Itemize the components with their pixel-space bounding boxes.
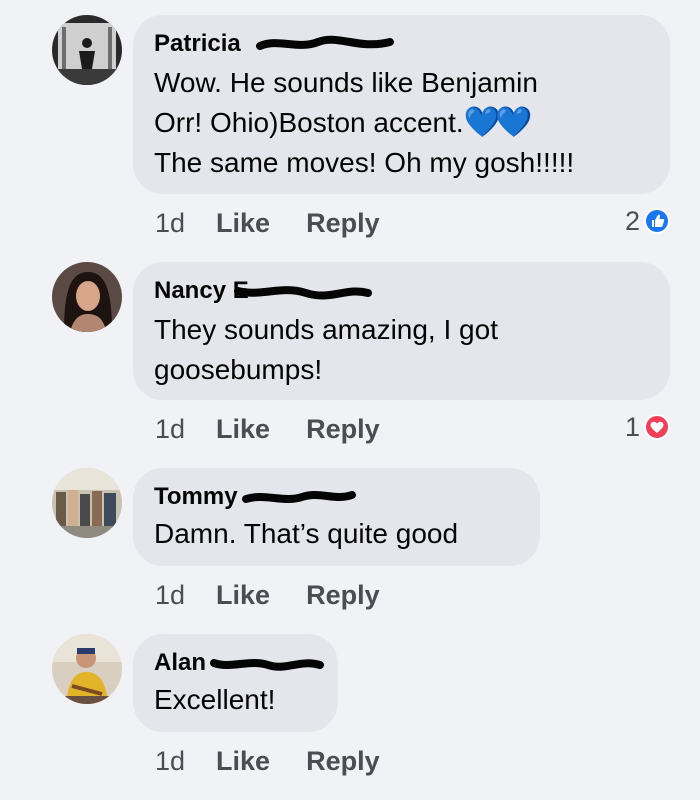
comment-text-tail: The same moves! Oh my gosh!!!!! <box>154 147 575 178</box>
reaction-count: 1 <box>624 411 640 442</box>
comment-bubble: Tommy Damn. That’s quite good <box>133 468 540 566</box>
comment-thread: Patricia Wow. He sounds like Benjamin Or… <box>0 0 700 800</box>
comment-bubble: Alan Excellent! <box>133 634 338 732</box>
timestamp[interactable]: 1d <box>155 580 185 611</box>
reaction-count: 2 <box>624 205 640 236</box>
reply-button[interactable]: Reply <box>306 414 380 445</box>
redaction-scribble <box>256 35 394 50</box>
comment-author[interactable]: Nancy E <box>154 276 372 306</box>
timestamp[interactable]: 1d <box>155 414 185 445</box>
like-button[interactable]: Like <box>216 208 270 239</box>
comment-text: Wow. He sounds like Benjamin Orr! Ohio)B… <box>154 67 538 139</box>
reply-button[interactable]: Reply <box>306 580 380 611</box>
redaction-scribble <box>234 286 372 300</box>
profile-photo-icon <box>52 262 122 332</box>
comment-text: Excellent! <box>154 684 276 715</box>
comment-author[interactable]: Alan <box>154 648 324 678</box>
comment-actions: 1d Like Reply <box>155 578 416 612</box>
like-button[interactable]: Like <box>216 746 270 777</box>
comment-text: Damn. That’s quite good <box>154 518 459 549</box>
reply-button[interactable]: Reply <box>306 208 380 239</box>
comment-author[interactable]: Tommy <box>154 482 356 512</box>
reaction-summary[interactable]: 2 <box>625 204 670 238</box>
comment-bubble: Patricia Wow. He sounds like Benjamin Or… <box>133 15 670 194</box>
avatar[interactable] <box>52 15 122 85</box>
avatar[interactable] <box>52 468 122 538</box>
reply-button[interactable]: Reply <box>306 746 380 777</box>
redaction-scribble <box>210 659 324 671</box>
comment-bubble: Nancy E They sounds amazing, I got goose… <box>133 262 670 400</box>
reaction-summary[interactable]: 1 <box>625 410 670 444</box>
blue-heart-emoji: 💙💙 <box>463 106 533 139</box>
comment-actions: 1d Like Reply <box>155 206 416 240</box>
timestamp[interactable]: 1d <box>155 208 185 239</box>
profile-photo-icon <box>52 468 122 538</box>
heart-icon <box>644 414 670 440</box>
comment-actions: 1d Like Reply <box>155 412 416 446</box>
comment-text: They sounds amazing, I got goosebumps! <box>154 314 498 385</box>
like-button[interactable]: Like <box>216 414 270 445</box>
comment-actions: 1d Like Reply <box>155 744 416 778</box>
like-icon <box>644 208 670 234</box>
redaction-scribble <box>242 491 356 503</box>
avatar[interactable] <box>52 262 122 332</box>
avatar[interactable] <box>52 634 122 704</box>
profile-photo-icon <box>52 634 122 704</box>
like-button[interactable]: Like <box>216 580 270 611</box>
comment-author[interactable]: Patricia <box>154 29 394 59</box>
profile-photo-icon <box>52 15 122 85</box>
timestamp[interactable]: 1d <box>155 746 185 777</box>
